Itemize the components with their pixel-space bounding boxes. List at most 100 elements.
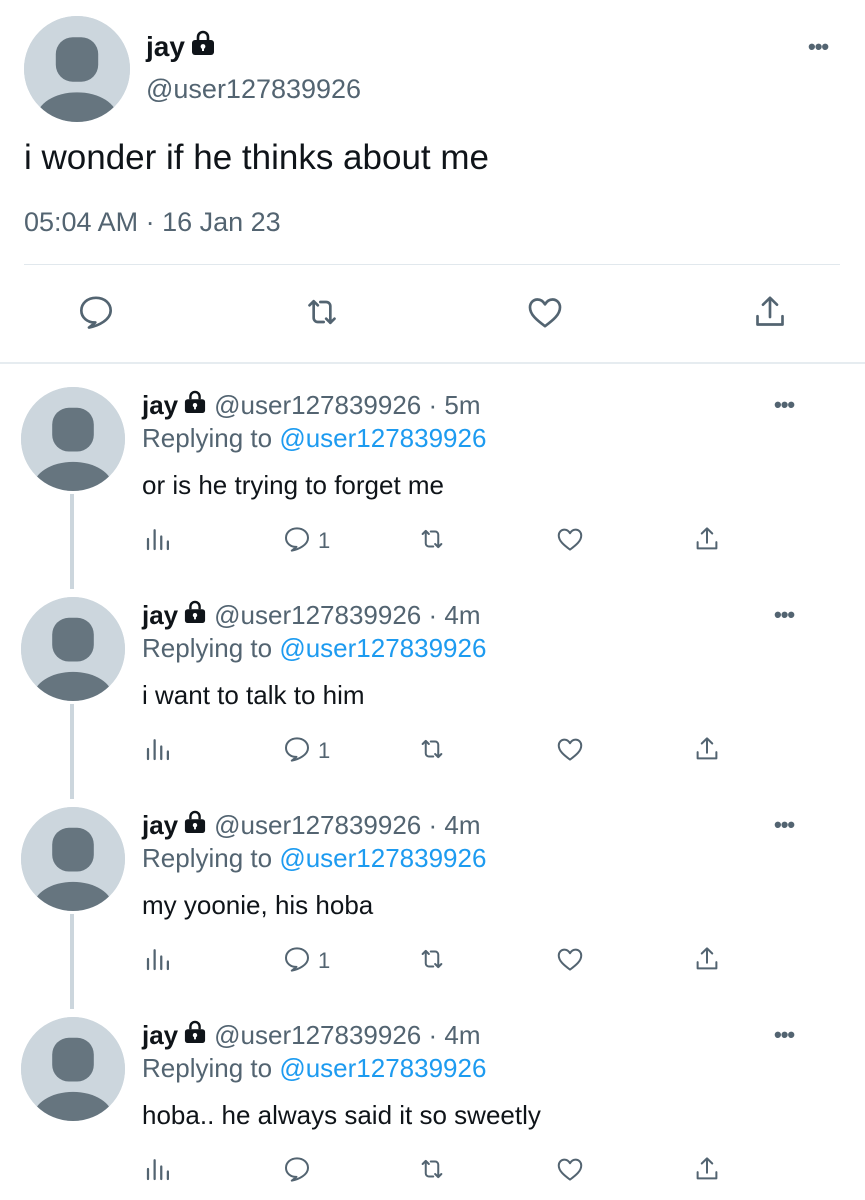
lock-icon bbox=[184, 1020, 206, 1051]
mention-link[interactable]: @user127839926 bbox=[279, 423, 486, 453]
divider bbox=[24, 264, 840, 265]
display-name-text[interactable]: jay bbox=[146, 31, 185, 63]
mention-link[interactable]: @user127839926 bbox=[279, 633, 486, 663]
default-profile-icon bbox=[21, 1017, 125, 1121]
more-options-icon[interactable]: ••• bbox=[774, 1024, 795, 1046]
tweet-actions bbox=[0, 1154, 865, 1190]
share-button[interactable] bbox=[692, 524, 722, 559]
retweet-button[interactable] bbox=[302, 292, 342, 337]
analytics-button[interactable] bbox=[143, 944, 173, 979]
retweet-icon bbox=[421, 739, 443, 759]
display-name[interactable]: jay bbox=[142, 810, 178, 841]
replying-to-label: Replying to bbox=[142, 843, 273, 873]
like-button[interactable] bbox=[555, 524, 585, 559]
like-button[interactable] bbox=[555, 944, 585, 979]
reply-tweet[interactable]: jay @user127839926 · 4m ••• Replying to … bbox=[0, 794, 865, 1009]
retweet-icon bbox=[421, 949, 443, 969]
reply-tweet[interactable]: jay @user127839926 · 4m ••• Replying to … bbox=[0, 1004, 865, 1200]
like-icon bbox=[557, 1158, 583, 1181]
share-button[interactable] bbox=[750, 292, 790, 337]
display-name[interactable]: jay bbox=[146, 30, 215, 63]
default-profile-icon bbox=[21, 597, 125, 701]
reply-button[interactable] bbox=[282, 734, 312, 769]
analytics-button[interactable] bbox=[143, 734, 173, 769]
reply-button[interactable] bbox=[282, 944, 312, 979]
share-icon bbox=[696, 737, 718, 760]
display-name[interactable]: jay bbox=[142, 1020, 178, 1051]
more-options-icon[interactable]: ••• bbox=[774, 814, 795, 836]
handle-and-time[interactable]: @user127839926 · 4m bbox=[214, 810, 480, 841]
mention-link[interactable]: @user127839926 bbox=[279, 1053, 486, 1083]
analytics-button[interactable] bbox=[143, 524, 173, 559]
share-button[interactable] bbox=[692, 734, 722, 769]
more-options-icon[interactable]: ••• bbox=[774, 394, 795, 416]
reply-icon bbox=[285, 947, 309, 972]
more-options-icon[interactable]: ••• bbox=[808, 36, 829, 58]
avatar[interactable] bbox=[21, 387, 125, 491]
replying-to: Replying to @user127839926 bbox=[142, 633, 486, 664]
analytics-button[interactable] bbox=[143, 1154, 173, 1189]
tweet-actions: 1 bbox=[0, 734, 865, 770]
section-separator bbox=[0, 362, 865, 364]
reply-button[interactable] bbox=[282, 524, 312, 559]
like-icon bbox=[557, 528, 583, 551]
tweet-text: i want to talk to him bbox=[142, 680, 365, 710]
tweet-actions bbox=[0, 292, 865, 338]
avatar[interactable] bbox=[21, 597, 125, 701]
replying-to: Replying to @user127839926 bbox=[142, 1053, 486, 1084]
replying-to-label: Replying to bbox=[142, 423, 273, 453]
reply-icon bbox=[285, 527, 309, 552]
handle-and-time[interactable]: @user127839926 · 4m bbox=[214, 1020, 480, 1051]
reply-icon bbox=[80, 296, 112, 329]
avatar[interactable] bbox=[21, 807, 125, 911]
handle-and-time[interactable]: @user127839926 · 4m bbox=[214, 600, 480, 631]
avatar[interactable] bbox=[21, 1017, 125, 1121]
share-icon bbox=[756, 296, 784, 326]
analytics-icon bbox=[146, 1159, 169, 1181]
handle[interactable]: @user127839926 bbox=[146, 74, 361, 105]
like-icon bbox=[557, 738, 583, 761]
mention-link[interactable]: @user127839926 bbox=[279, 843, 486, 873]
share-button[interactable] bbox=[692, 1154, 722, 1189]
like-button[interactable] bbox=[525, 292, 565, 337]
reply-icon bbox=[285, 1157, 309, 1182]
reply-button[interactable] bbox=[76, 292, 116, 337]
retweet-button[interactable] bbox=[417, 734, 447, 769]
replying-to-label: Replying to bbox=[142, 633, 273, 663]
handle-and-time[interactable]: @user127839926 · 5m bbox=[214, 390, 480, 421]
reply-tweet[interactable]: jay @user127839926 · 5m ••• Replying to … bbox=[0, 374, 865, 589]
replying-to: Replying to @user127839926 bbox=[142, 423, 486, 454]
like-icon bbox=[528, 298, 562, 328]
reply-header: jay @user127839926 · 4m bbox=[142, 600, 481, 631]
tweet-timestamp[interactable]: 05:04 AM · 16 Jan 23 bbox=[24, 207, 281, 238]
like-button[interactable] bbox=[555, 1154, 585, 1189]
analytics-icon bbox=[146, 949, 169, 971]
lock-icon bbox=[191, 30, 215, 63]
tweet-text: hoba.. he always said it so sweetly bbox=[142, 1100, 541, 1130]
tweet-actions: 1 bbox=[0, 524, 865, 560]
share-button[interactable] bbox=[692, 944, 722, 979]
reply-tweet[interactable]: jay @user127839926 · 4m ••• Replying to … bbox=[0, 584, 865, 799]
display-name[interactable]: jay bbox=[142, 600, 178, 631]
retweet-icon bbox=[308, 299, 336, 325]
like-icon bbox=[557, 948, 583, 971]
analytics-icon bbox=[146, 529, 169, 551]
default-profile-icon bbox=[24, 16, 130, 122]
reply-header: jay @user127839926 · 4m bbox=[142, 810, 481, 841]
avatar[interactable] bbox=[24, 16, 130, 122]
display-name[interactable]: jay bbox=[142, 390, 178, 421]
tweet-text: or is he trying to forget me bbox=[142, 470, 445, 500]
tweet-text: i wonder if he thinks about me bbox=[24, 138, 489, 177]
default-profile-icon bbox=[21, 807, 125, 911]
retweet-button[interactable] bbox=[417, 944, 447, 979]
retweet-button[interactable] bbox=[417, 524, 447, 559]
retweet-icon bbox=[421, 529, 443, 549]
lock-icon bbox=[184, 600, 206, 631]
more-options-icon[interactable]: ••• bbox=[774, 604, 795, 626]
retweet-button[interactable] bbox=[417, 1154, 447, 1189]
reply-button[interactable] bbox=[282, 1154, 312, 1189]
analytics-icon bbox=[146, 739, 169, 761]
share-icon bbox=[696, 527, 718, 550]
like-button[interactable] bbox=[555, 734, 585, 769]
reply-header: jay @user127839926 · 5m bbox=[142, 390, 481, 421]
